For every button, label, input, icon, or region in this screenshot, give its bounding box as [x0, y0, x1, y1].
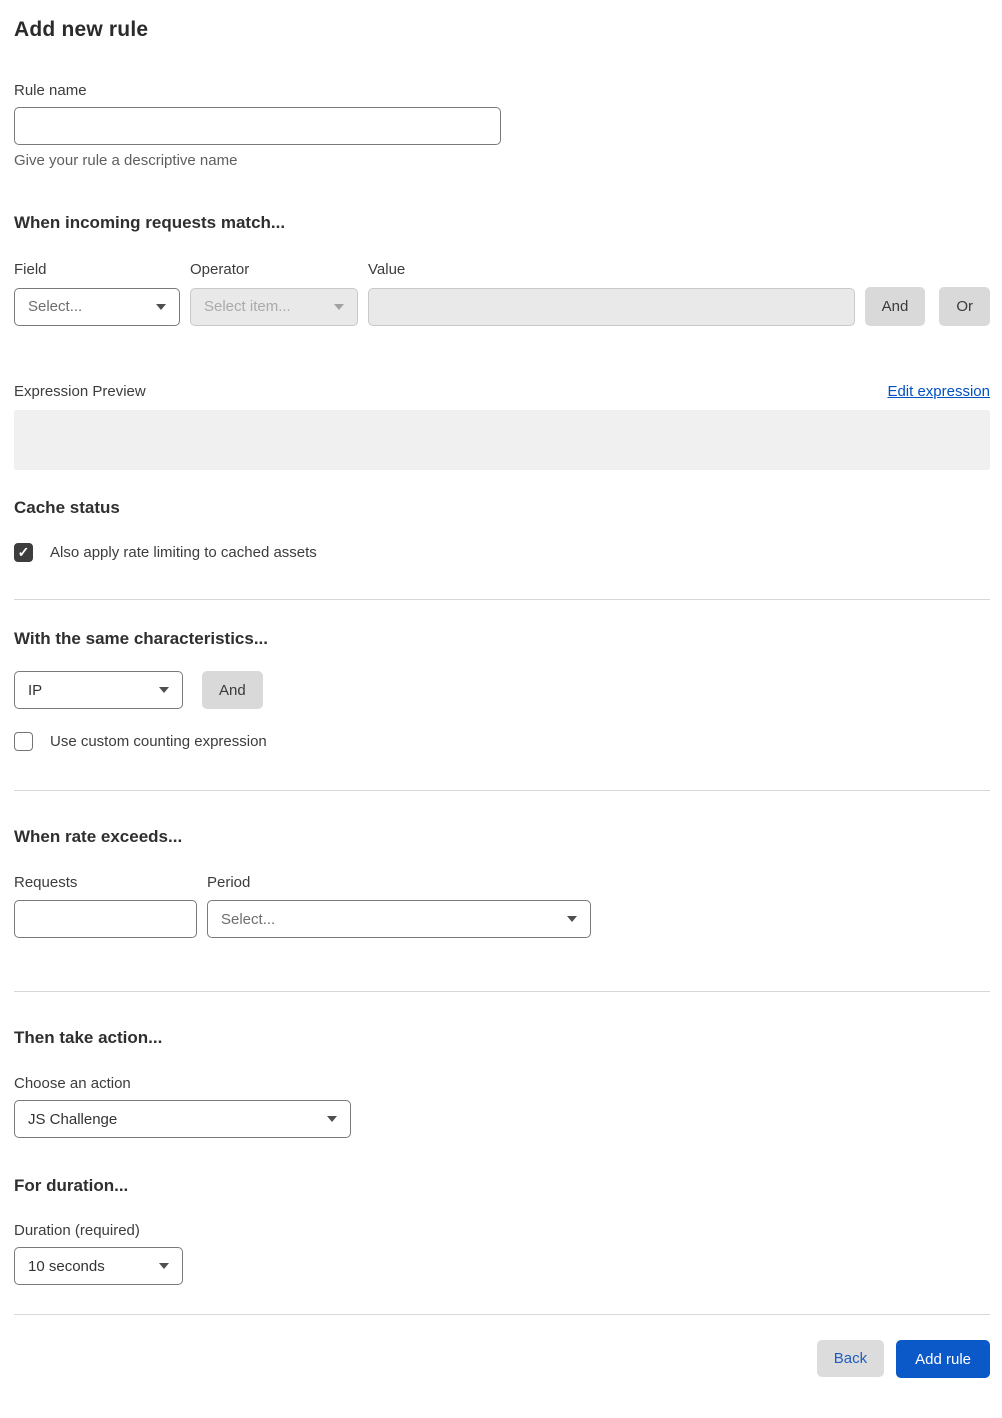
back-button[interactable]: Back	[816, 1340, 885, 1377]
requests-input[interactable]	[14, 900, 197, 938]
footer-divider	[14, 1314, 990, 1315]
section-divider	[14, 790, 990, 791]
field-select-value: Select...	[28, 298, 83, 315]
chevron-down-icon	[567, 916, 577, 922]
chevron-down-icon	[159, 1263, 169, 1269]
rule-name-label: Rule name	[14, 82, 87, 99]
cache-status-heading: Cache status	[14, 498, 120, 517]
chevron-down-icon	[159, 687, 169, 693]
value-input	[368, 287, 855, 326]
field-label: Field	[14, 261, 47, 278]
custom-counting-checkbox[interactable]	[14, 732, 33, 751]
expression-preview-label: Expression Preview	[14, 383, 146, 400]
duration-heading: For duration...	[14, 1176, 129, 1195]
characteristic-and-button[interactable]: And	[202, 671, 263, 709]
match-heading: When incoming requests match...	[14, 213, 286, 232]
period-select[interactable]: Select...	[207, 900, 591, 938]
chevron-down-icon	[334, 303, 344, 310]
or-button[interactable]: Or	[939, 287, 990, 326]
rule-name-helper: Give your rule a descriptive name	[14, 152, 238, 169]
chevron-down-icon	[156, 303, 166, 310]
period-select-value: Select...	[221, 910, 276, 928]
section-divider	[14, 991, 990, 992]
and-button[interactable]: And	[864, 287, 926, 326]
custom-counting-label: Use custom counting expression	[50, 733, 267, 750]
value-label: Value	[368, 261, 406, 278]
add-rule-button[interactable]: Add rule	[896, 1340, 990, 1378]
characteristics-heading: With the same characteristics...	[14, 629, 269, 648]
field-select[interactable]: Select...	[14, 287, 180, 326]
duration-label: Duration (required)	[14, 1222, 140, 1239]
period-label: Period	[207, 874, 251, 891]
expression-preview-box	[14, 410, 990, 470]
section-divider	[14, 599, 990, 600]
action-select-value: JS Challenge	[28, 1110, 118, 1128]
characteristic-select[interactable]: IP	[14, 671, 183, 709]
page-title: Add new rule	[14, 18, 149, 41]
action-select[interactable]: JS Challenge	[14, 1100, 351, 1138]
duration-select-value: 10 seconds	[28, 1257, 105, 1275]
cached-assets-label: Also apply rate limiting to cached asset…	[50, 544, 317, 561]
duration-select[interactable]: 10 seconds	[14, 1247, 183, 1285]
action-label: Choose an action	[14, 1075, 131, 1092]
action-heading: Then take action...	[14, 1028, 163, 1047]
requests-label: Requests	[14, 874, 78, 891]
operator-select-value: Select item...	[204, 298, 291, 315]
edit-expression-link[interactable]: Edit expression	[887, 383, 990, 400]
chevron-down-icon	[327, 1116, 337, 1122]
cached-assets-checkbox[interactable]: ✓	[14, 543, 33, 562]
operator-select: Select item...	[190, 287, 358, 326]
operator-label: Operator	[190, 261, 250, 278]
rule-name-input[interactable]	[14, 107, 501, 145]
rate-heading: When rate exceeds...	[14, 827, 183, 846]
check-icon: ✓	[17, 543, 30, 560]
characteristic-select-value: IP	[28, 681, 43, 699]
